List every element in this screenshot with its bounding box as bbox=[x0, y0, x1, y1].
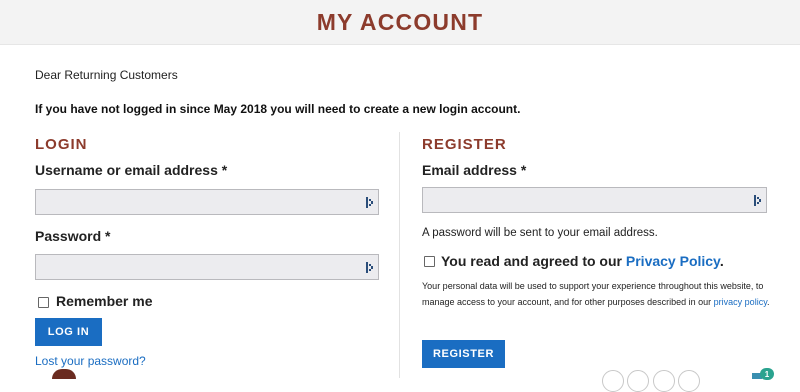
username-input[interactable] bbox=[36, 190, 378, 214]
register-email-input[interactable] bbox=[423, 188, 766, 212]
privacy-policy-inline-link[interactable]: privacy policy bbox=[714, 297, 767, 307]
password-label: Password * bbox=[35, 228, 111, 244]
password-field[interactable] bbox=[35, 254, 379, 280]
greeting-text: Dear Returning Customers bbox=[35, 68, 178, 82]
social-icon[interactable] bbox=[627, 370, 649, 392]
register-email-field[interactable] bbox=[422, 187, 767, 213]
register-button[interactable]: REGISTER bbox=[422, 340, 505, 368]
login-notice: If you have not logged in since May 2018… bbox=[35, 102, 521, 116]
social-icon[interactable] bbox=[678, 370, 700, 392]
password-input[interactable] bbox=[36, 255, 378, 279]
privacy-agree-prefix: You read and agreed to our bbox=[441, 253, 626, 269]
register-email-label: Email address * bbox=[422, 162, 527, 178]
lost-password-link[interactable]: Lost your password? bbox=[35, 354, 146, 368]
password-hint: A password will be sent to your email ad… bbox=[422, 227, 658, 239]
register-title: REGISTER bbox=[422, 136, 507, 153]
username-field[interactable] bbox=[35, 189, 379, 215]
privacy-notice: Your personal data will be used to suppo… bbox=[422, 278, 772, 310]
page-title: MY ACCOUNT bbox=[316, 8, 484, 35]
page-header: MY ACCOUNT bbox=[0, 0, 800, 45]
privacy-policy-link[interactable]: Privacy Policy bbox=[626, 253, 720, 269]
privacy-agree-label[interactable]: You read and agreed to our Privacy Polic… bbox=[441, 253, 724, 269]
social-icon[interactable] bbox=[653, 370, 675, 392]
remember-me-checkbox[interactable] bbox=[38, 297, 49, 308]
social-icon[interactable] bbox=[602, 370, 624, 392]
privacy-agree-suffix: . bbox=[719, 253, 724, 269]
privacy-notice-text: Your personal data will be used to suppo… bbox=[422, 281, 764, 307]
login-button[interactable]: LOG IN bbox=[35, 318, 102, 346]
login-title: LOGIN bbox=[35, 136, 88, 153]
privacy-agree-checkbox[interactable] bbox=[424, 256, 435, 267]
password-manager-icon[interactable] bbox=[754, 195, 762, 206]
column-divider bbox=[399, 132, 400, 378]
remember-me-label[interactable]: Remember me bbox=[56, 293, 153, 309]
password-manager-icon[interactable] bbox=[366, 197, 374, 208]
privacy-notice-suffix: . bbox=[767, 297, 770, 307]
username-label: Username or email address * bbox=[35, 162, 228, 178]
chat-badge: 1 bbox=[760, 368, 774, 380]
password-manager-icon[interactable] bbox=[366, 262, 374, 273]
